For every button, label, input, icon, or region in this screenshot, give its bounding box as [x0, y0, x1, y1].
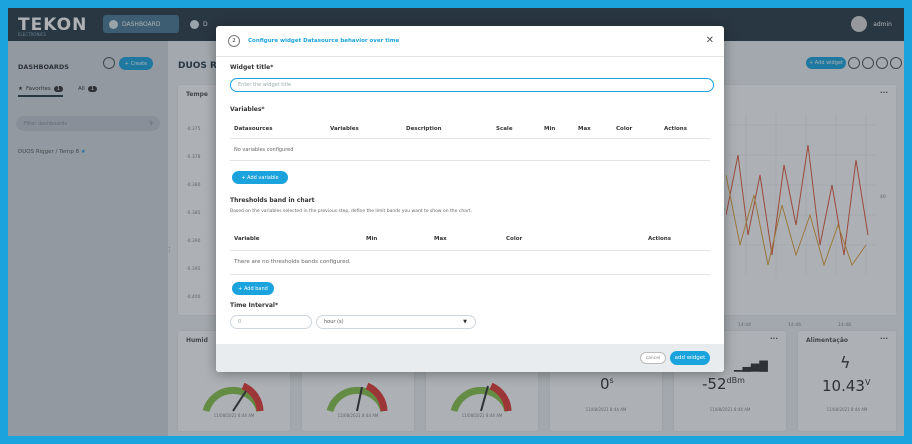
app-frame: TEKON ELECTRONICS DASHBOARD D admin DASH…: [8, 8, 904, 436]
add-band-button[interactable]: + Add band: [232, 282, 274, 295]
thresholds-label: Thresholds band in chart: [230, 197, 315, 204]
column-header: Datasources: [234, 126, 273, 132]
divider: [230, 274, 710, 275]
time-interval-value: 0: [238, 319, 242, 325]
thresholds-description: Based on the variables selected in the p…: [230, 209, 472, 214]
divider: [230, 250, 710, 251]
column-header: Min: [366, 236, 378, 242]
time-interval-label: Time Interval*: [230, 302, 279, 309]
divider: [230, 160, 710, 161]
column-header: Scale: [496, 126, 513, 132]
configure-widget-modal: 2 Configure widget Datasource behavior o…: [216, 26, 724, 372]
time-unit-select[interactable]: hour (s) ▼: [316, 315, 476, 329]
step-indicator: 2: [228, 35, 240, 47]
thresholds-empty-text: There are no thresholds bands configured…: [234, 259, 351, 265]
column-header: Color: [616, 126, 633, 132]
column-header: Color: [506, 236, 523, 242]
column-header: Actions: [648, 236, 671, 242]
column-header: Max: [578, 126, 591, 132]
cancel-button[interactable]: cancel: [640, 352, 666, 364]
column-header: Variable: [234, 236, 260, 242]
column-header: Max: [434, 236, 447, 242]
time-unit-value: hour (s): [324, 319, 344, 325]
add-widget-submit-button[interactable]: add widget: [670, 351, 710, 365]
variables-label: Variables*: [230, 106, 265, 113]
modal-title: Configure widget Datasource behavior ove…: [248, 38, 400, 44]
widget-title-input[interactable]: Enter the widget title: [230, 78, 714, 92]
column-header: Description: [406, 126, 442, 132]
column-header: Actions: [664, 126, 687, 132]
time-interval-input[interactable]: 0: [230, 315, 312, 329]
divider: [230, 138, 710, 139]
add-variable-button[interactable]: + Add variable: [232, 171, 288, 184]
column-header: Variables: [330, 126, 359, 132]
widget-title-placeholder: Enter the widget title: [238, 82, 292, 88]
widget-title-label: Widget title*: [230, 64, 274, 71]
close-icon[interactable]: ✕: [706, 35, 714, 46]
variables-empty-text: No variables configured: [234, 147, 294, 153]
column-header: Min: [544, 126, 556, 132]
chevron-down-icon: ▼: [463, 319, 467, 325]
modal-footer: cancel add widget: [216, 344, 724, 372]
divider: [216, 56, 724, 57]
